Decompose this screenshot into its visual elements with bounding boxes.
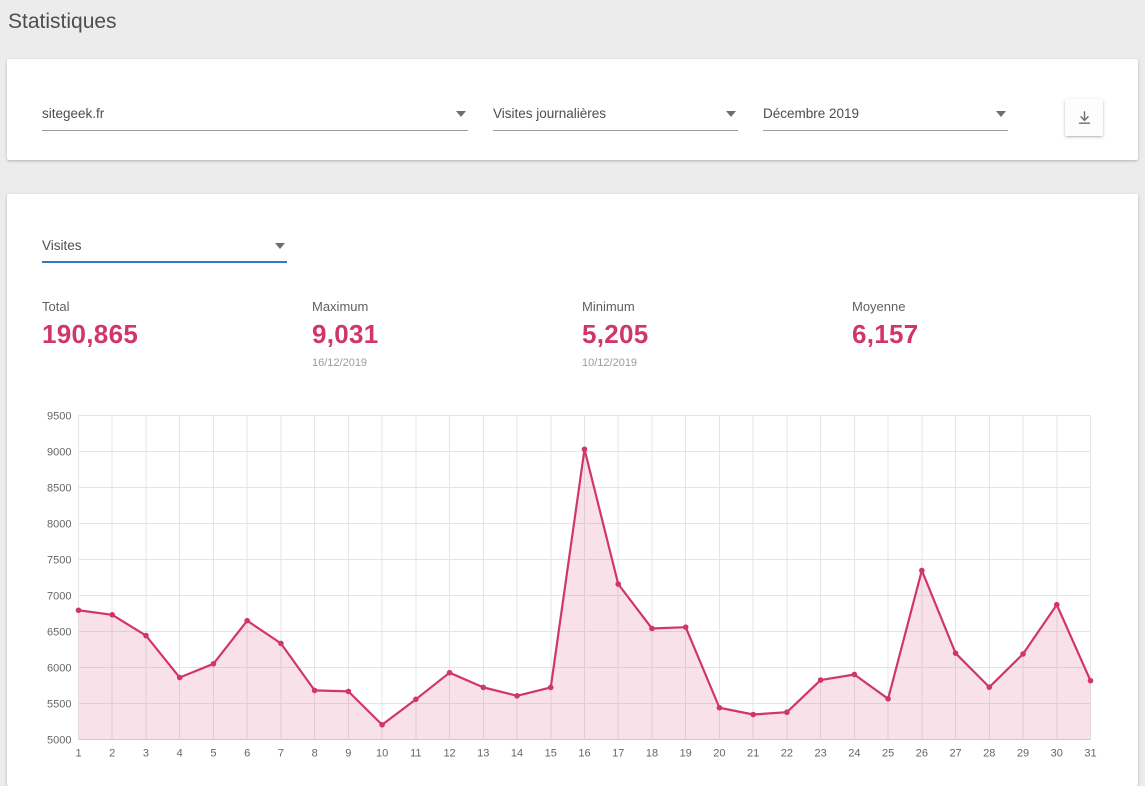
svg-text:5000: 5000 — [47, 735, 71, 747]
chevron-down-icon — [275, 243, 285, 249]
download-icon — [1076, 109, 1093, 126]
svg-text:17: 17 — [612, 748, 624, 760]
svg-text:6: 6 — [244, 748, 250, 760]
svg-text:10: 10 — [376, 748, 388, 760]
site-select-value: sitegeek.fr — [42, 106, 104, 121]
site-select[interactable]: sitegeek.fr — [42, 106, 468, 131]
svg-text:4: 4 — [177, 748, 183, 760]
kpi-value: 5,205 — [582, 319, 852, 350]
svg-text:27: 27 — [949, 748, 961, 760]
svg-text:22: 22 — [781, 748, 793, 760]
kpi-average: Moyenne 6,157 — [852, 299, 1122, 370]
svg-text:21: 21 — [747, 748, 759, 760]
kpi-minimum: Minimum 5,205 10/12/2019 — [582, 299, 852, 370]
svg-text:8: 8 — [312, 748, 318, 760]
svg-text:28: 28 — [983, 748, 995, 760]
period-select[interactable]: Décembre 2019 — [763, 106, 1008, 131]
chevron-down-icon — [456, 111, 466, 117]
filters-toolbar: sitegeek.fr Visites journalières Décembr… — [7, 59, 1138, 160]
kpi-date — [42, 357, 312, 370]
svg-text:26: 26 — [916, 748, 928, 760]
svg-text:15: 15 — [545, 748, 557, 760]
svg-text:5: 5 — [210, 748, 216, 760]
download-button[interactable] — [1065, 99, 1103, 136]
svg-text:30: 30 — [1051, 748, 1063, 760]
svg-text:7500: 7500 — [47, 555, 71, 567]
chevron-down-icon — [726, 111, 736, 117]
svg-text:25: 25 — [882, 748, 894, 760]
svg-text:9500: 9500 — [47, 411, 71, 423]
statistics-card: Visites Total 190,865 Maximum 9,031 16/1… — [7, 194, 1138, 786]
svg-text:16: 16 — [578, 748, 590, 760]
kpi-value: 190,865 — [42, 319, 312, 350]
svg-text:6000: 6000 — [47, 663, 71, 675]
svg-text:20: 20 — [713, 748, 725, 760]
kpi-date: 16/12/2019 — [312, 357, 582, 370]
kpi-label: Moyenne — [852, 299, 1122, 314]
svg-text:7: 7 — [278, 748, 284, 760]
kpi-maximum: Maximum 9,031 16/12/2019 — [312, 299, 582, 370]
svg-text:9: 9 — [345, 748, 351, 760]
kpi-date — [852, 357, 1122, 370]
chart-area: 5000 5500 6000 6500 7000 7500 8000 8500 9000 9500… — [42, 407, 1103, 763]
series-select-value: Visites — [42, 238, 82, 253]
page-header: Statistiques — [0, 0, 1145, 34]
kpi-total: Total 190,865 — [42, 299, 312, 370]
svg-text:9000: 9000 — [47, 447, 71, 459]
chevron-down-icon — [996, 111, 1006, 117]
period-select-value: Décembre 2019 — [763, 106, 859, 121]
svg-text:19: 19 — [680, 748, 692, 760]
series-select[interactable]: Visites — [42, 238, 287, 263]
svg-text:3: 3 — [143, 748, 149, 760]
svg-text:1: 1 — [75, 748, 81, 760]
kpi-date: 10/12/2019 — [582, 357, 852, 370]
svg-text:8000: 8000 — [47, 519, 71, 531]
kpi-value: 9,031 — [312, 319, 582, 350]
svg-text:11: 11 — [410, 748, 421, 760]
svg-text:12: 12 — [443, 748, 455, 760]
svg-text:7000: 7000 — [47, 591, 71, 603]
svg-text:5500: 5500 — [47, 699, 71, 711]
svg-text:2: 2 — [109, 748, 115, 760]
svg-text:8500: 8500 — [47, 483, 71, 495]
svg-text:18: 18 — [646, 748, 658, 760]
kpi-label: Total — [42, 299, 312, 314]
svg-text:31: 31 — [1084, 748, 1096, 760]
kpi-row: Total 190,865 Maximum 9,031 16/12/2019 M… — [42, 299, 1103, 370]
svg-text:29: 29 — [1017, 748, 1029, 760]
svg-text:14: 14 — [511, 748, 523, 760]
metric-select[interactable]: Visites journalières — [493, 106, 738, 131]
svg-text:13: 13 — [477, 748, 489, 760]
svg-text:24: 24 — [848, 748, 860, 760]
page-title: Statistiques — [8, 10, 1137, 34]
kpi-value: 6,157 — [852, 319, 1122, 350]
svg-text:6500: 6500 — [47, 627, 71, 639]
kpi-label: Maximum — [312, 299, 582, 314]
kpi-label: Minimum — [582, 299, 852, 314]
visits-area-chart[interactable]: 5000 5500 6000 6500 7000 7500 8000 8500 9000 9500… — [42, 407, 1102, 763]
svg-text:23: 23 — [815, 748, 827, 760]
metric-select-value: Visites journalières — [493, 106, 606, 121]
